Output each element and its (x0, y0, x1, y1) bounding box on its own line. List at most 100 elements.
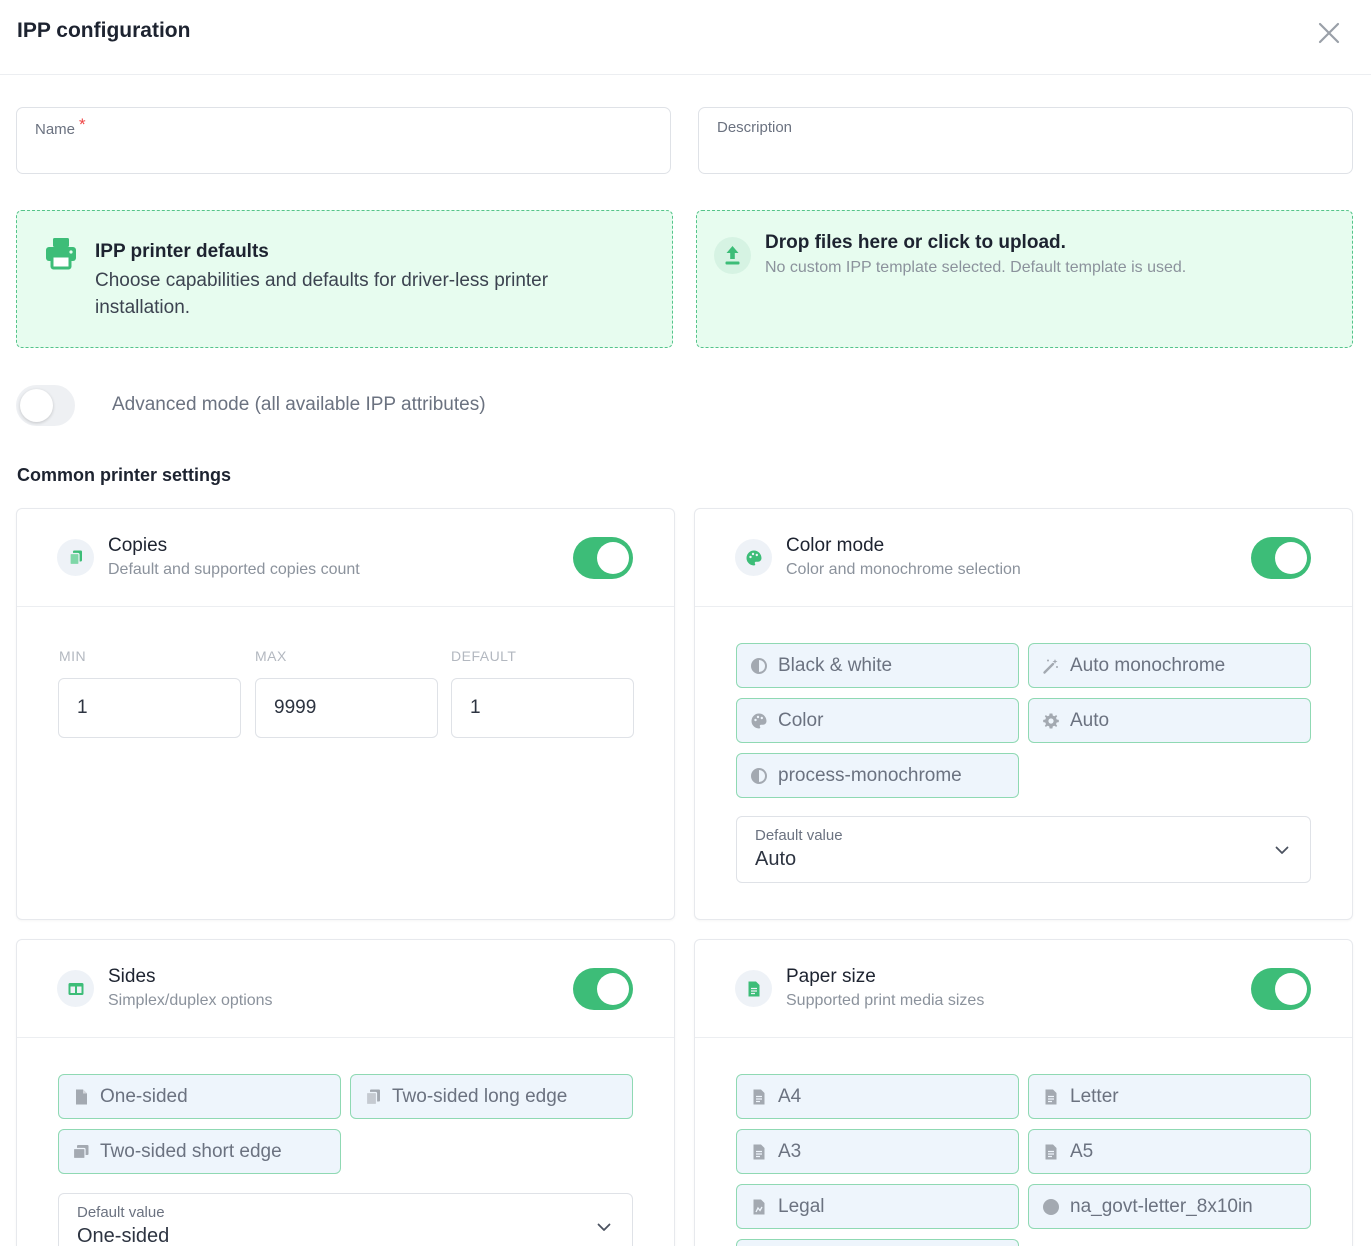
upload-subtitle: No custom IPP template selected. Default… (765, 259, 1187, 276)
file-icon (76, 1089, 87, 1105)
palette-icon (751, 713, 767, 729)
document-icon (1045, 1144, 1057, 1160)
chip-auto-monochrome[interactable]: Auto monochrome (1028, 643, 1311, 688)
default-copies-value: 1 (470, 697, 481, 718)
chip-legal[interactable]: Legal (736, 1184, 1019, 1229)
upload-icon (714, 237, 751, 274)
required-marker: * (79, 115, 86, 134)
description-input[interactable] (717, 140, 1327, 164)
advanced-mode-label: Advanced mode (all available IPP attribu… (112, 394, 486, 415)
copies-toggle[interactable] (573, 537, 633, 579)
copy-icon (72, 1145, 89, 1160)
chip-label: process-monochrome (778, 765, 962, 786)
chip-label: A5 (1070, 1141, 1094, 1162)
name-field[interactable]: Name * (16, 107, 671, 174)
chip-label: Legal (778, 1196, 825, 1217)
magic-wand-icon (1043, 659, 1058, 674)
copies-title: Copies (108, 535, 168, 556)
min-copies-value: 1 (77, 697, 88, 718)
legal-document-icon (753, 1199, 765, 1215)
document-icon (735, 970, 772, 1007)
chip-label: Auto monochrome (1070, 655, 1226, 676)
max-label: MAX (255, 648, 287, 664)
advanced-mode-toggle[interactable] (16, 385, 75, 426)
chip-process-monochrome[interactable]: process-monochrome (736, 753, 1019, 798)
color-mode-subtitle: Color and monochrome selection (786, 561, 1021, 578)
chip-label: One-sided (100, 1086, 188, 1107)
chip-label: A4 (778, 1086, 802, 1107)
dot-icon (1043, 1199, 1059, 1215)
printer-icon (46, 238, 76, 270)
chevron-down-icon (597, 1223, 611, 1231)
chip-one-sided[interactable]: One-sided (58, 1074, 341, 1119)
chip-a5[interactable]: A5 (1028, 1129, 1311, 1174)
chip-letter[interactable]: Letter (1028, 1074, 1311, 1119)
copy-icon (365, 1089, 380, 1106)
chip-na-govt-letter[interactable]: na_govt-letter_8x10in (1028, 1184, 1311, 1229)
chip-a4[interactable]: A4 (736, 1074, 1019, 1119)
chip-label: Color (778, 710, 824, 731)
color-mode-title: Color mode (786, 535, 885, 556)
color-mode-card-header: Color mode Color and monochrome selectio… (695, 509, 1352, 607)
chip-two-sided-long-edge[interactable]: Two-sided long edge (350, 1074, 633, 1119)
toggle-knob (597, 542, 629, 574)
paper-size-subtitle: Supported print media sizes (786, 992, 985, 1009)
description-label: Description (717, 119, 793, 136)
paper-size-card-header: Paper size Supported print media sizes (695, 940, 1352, 1038)
copies-card-header: Copies Default and supported copies coun… (17, 509, 674, 607)
color-mode-default-select[interactable]: Default value Auto (736, 816, 1311, 883)
document-icon (753, 1144, 765, 1160)
max-copies-input[interactable]: 9999 (255, 678, 438, 738)
chip-label: Two-sided long edge (392, 1086, 568, 1107)
chip-label: Black & white (778, 655, 893, 676)
chip-label: Auto (1070, 710, 1110, 731)
default-value-label: Default value (77, 1204, 165, 1221)
toggle-knob (597, 973, 629, 1005)
ipp-defaults-box: IPP printer defaults Choose capabilities… (16, 210, 673, 348)
upload-dropzone[interactable]: Drop files here or click to upload. No c… (696, 210, 1353, 348)
document-icon (753, 1089, 765, 1105)
chip-auto[interactable]: Auto (1028, 698, 1311, 743)
dialog-title: IPP configuration (17, 19, 191, 42)
color-mode-toggle[interactable] (1251, 537, 1311, 579)
chip-label: A3 (778, 1141, 802, 1162)
sides-toggle[interactable] (573, 968, 633, 1010)
default-value: Auto (755, 848, 797, 870)
chevron-down-icon (1275, 846, 1289, 854)
dialog-header: IPP configuration (0, 0, 1371, 75)
document-icon (1045, 1089, 1057, 1105)
chip-partial[interactable] (736, 1239, 1019, 1246)
ipp-defaults-description: Choose capabilities and defaults for dri… (95, 270, 549, 318)
sides-default-select[interactable]: Default value One-sided (58, 1193, 633, 1246)
close-icon[interactable] (1314, 18, 1344, 48)
chip-label: na_govt-letter_8x10in (1070, 1196, 1253, 1217)
name-label: Name (35, 121, 76, 138)
paper-size-toggle[interactable] (1251, 968, 1311, 1010)
copies-icon (57, 539, 94, 576)
copies-subtitle: Default and supported copies count (108, 561, 360, 578)
palette-icon (735, 539, 772, 576)
name-input[interactable] (35, 140, 645, 164)
description-field[interactable]: Description (698, 107, 1353, 174)
half-circle-icon (751, 768, 767, 784)
min-copies-input[interactable]: 1 (58, 678, 241, 738)
chip-two-sided-short-edge[interactable]: Two-sided short edge (58, 1129, 341, 1174)
chip-label: Two-sided short edge (100, 1141, 282, 1162)
columns-icon (57, 970, 94, 1007)
default-value: One-sided (77, 1225, 170, 1246)
chip-black-white[interactable]: Black & white (736, 643, 1019, 688)
default-value-label: Default value (755, 827, 843, 844)
chip-color[interactable]: Color (736, 698, 1019, 743)
chip-a3[interactable]: A3 (736, 1129, 1019, 1174)
sides-subtitle: Simplex/duplex options (108, 992, 273, 1009)
default-copies-input[interactable]: 1 (451, 678, 634, 738)
toggle-knob (1275, 973, 1307, 1005)
max-copies-value: 9999 (274, 697, 317, 718)
upload-title: Drop files here or click to upload. (765, 232, 1066, 253)
section-title: Common printer settings (17, 465, 232, 485)
toggle-knob (20, 389, 53, 422)
default-label: DEFAULT (451, 648, 517, 664)
chip-label: Letter (1070, 1086, 1119, 1107)
min-label: MIN (59, 648, 87, 664)
paper-size-title: Paper size (786, 966, 876, 987)
